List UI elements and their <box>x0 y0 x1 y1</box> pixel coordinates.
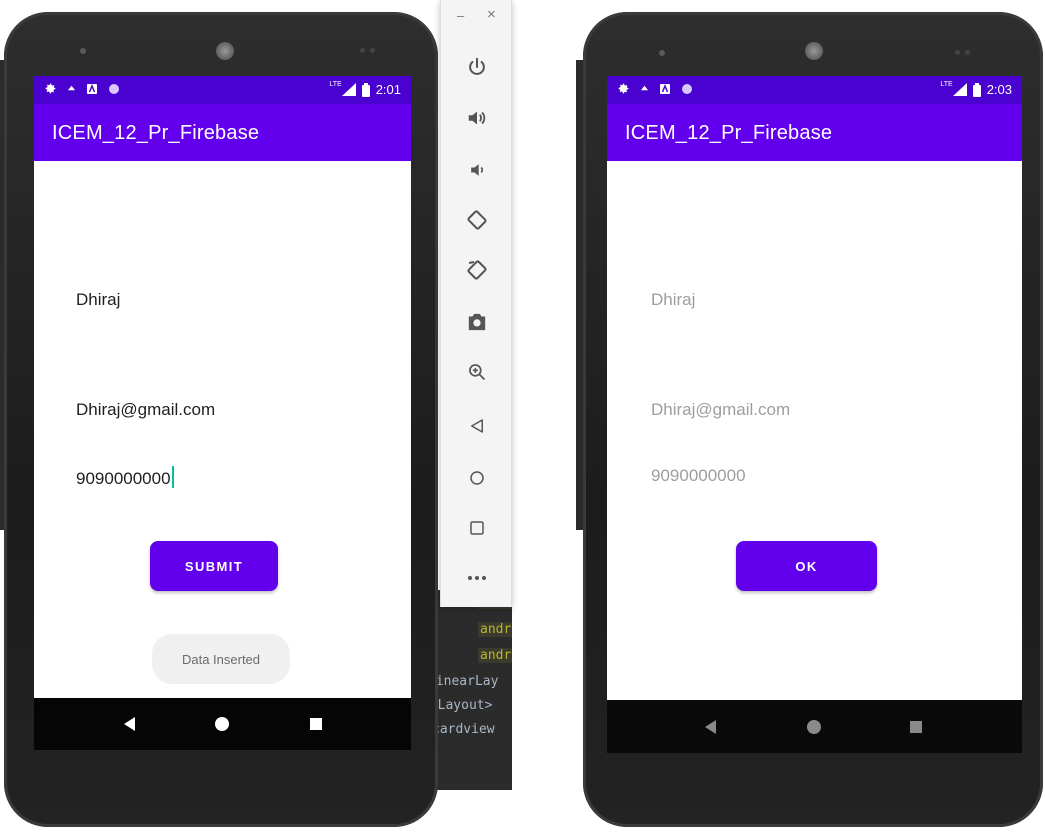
volume-down-icon[interactable] <box>463 156 491 184</box>
overview-icon[interactable] <box>463 514 491 542</box>
back-icon[interactable] <box>463 412 491 440</box>
app-bar: ICEM_12_Pr_Firebase <box>34 104 411 161</box>
phone-input-value: 9090000000 <box>651 466 746 485</box>
zoom-icon[interactable] <box>463 358 491 386</box>
phone-input[interactable]: 9090000000 <box>76 466 174 489</box>
arrow-up-icon <box>67 85 76 91</box>
navigation-bar <box>607 700 1022 753</box>
nav-home-button[interactable] <box>215 717 229 731</box>
signal-icon <box>341 83 356 96</box>
status-time: 2:03 <box>986 82 1012 97</box>
front-camera <box>216 42 234 60</box>
phone-left-frame: LTE 2:01 ICEM_12_Pr_Firebase Dhiraj Dhir… <box>4 12 438 827</box>
app-bar: ICEM_12_Pr_Firebase <box>607 104 1022 161</box>
close-button[interactable]: × <box>487 6 496 23</box>
signal-icon <box>952 83 967 96</box>
phone-right-frame: LTE 2:03 ICEM_12_Pr_Firebase Dhiraj Dhir… <box>583 12 1043 827</box>
rotate-right-icon[interactable] <box>463 256 491 284</box>
phone-input-value: 9090000000 <box>76 469 171 488</box>
status-bar: LTE 2:03 <box>607 76 1022 104</box>
name-input[interactable]: Dhiraj <box>651 290 695 310</box>
arrow-up-icon <box>640 85 649 91</box>
app-notification-icon <box>660 83 670 94</box>
email-input-value: Dhiraj@gmail.com <box>76 400 216 419</box>
phone-input[interactable]: 9090000000 <box>651 466 746 486</box>
network-type-label: LTE <box>329 81 342 88</box>
volume-up-icon[interactable] <box>463 104 491 132</box>
nav-recents-button[interactable] <box>310 718 322 730</box>
name-input-value: Dhiraj <box>76 290 121 309</box>
circle-notification-icon <box>109 83 119 94</box>
network-type-label: LTE <box>940 81 953 88</box>
more-icon[interactable] <box>463 564 491 592</box>
phone-right-screen: LTE 2:03 ICEM_12_Pr_Firebase Dhiraj Dhir… <box>607 76 1022 753</box>
home-icon[interactable] <box>463 464 491 492</box>
minimize-button[interactable]: – <box>457 8 464 23</box>
phone-left-screen: LTE 2:01 ICEM_12_Pr_Firebase Dhiraj Dhir… <box>34 76 411 750</box>
app-title: ICEM_12_Pr_Firebase <box>52 122 260 144</box>
sensor-dot <box>80 48 86 54</box>
settings-icon <box>618 83 629 94</box>
ok-button[interactable]: OK <box>736 541 877 591</box>
text-cursor <box>171 466 174 488</box>
battery-icon <box>972 82 981 97</box>
ide-code-line: cardview <box>432 722 495 737</box>
camera-icon[interactable] <box>463 308 491 336</box>
navigation-bar <box>34 698 411 750</box>
nav-home-button[interactable] <box>807 720 821 734</box>
email-input[interactable]: Dhiraj@gmail.com <box>651 400 790 420</box>
app-title: ICEM_12_Pr_Firebase <box>625 122 833 144</box>
ide-code-line: andr <box>478 648 512 663</box>
toast-message: Data Inserted <box>152 634 290 684</box>
nav-back-button[interactable] <box>705 720 716 734</box>
power-icon[interactable] <box>463 53 491 81</box>
settings-icon <box>45 83 56 94</box>
app-notification-icon <box>87 83 97 94</box>
circle-notification-icon <box>682 83 692 94</box>
ide-code-line: LinearLay <box>428 674 499 689</box>
sensor-dot <box>955 50 960 55</box>
front-camera <box>805 42 823 60</box>
sensor-dot <box>360 48 365 53</box>
status-time: 2:01 <box>375 82 401 97</box>
sensor-dot <box>965 50 970 55</box>
nav-recents-button[interactable] <box>910 721 922 733</box>
status-bar: LTE 2:01 <box>34 76 411 104</box>
submit-button[interactable]: SUBMIT <box>150 541 278 591</box>
name-input[interactable]: Dhiraj <box>76 290 120 310</box>
emulator-toolbar: – × <box>440 0 512 607</box>
sensor-dot <box>370 48 375 53</box>
rotate-left-icon[interactable] <box>463 206 491 234</box>
name-input-value: Dhiraj <box>651 290 696 309</box>
email-input-value: Dhiraj@gmail.com <box>651 400 791 419</box>
ide-code-line: andr <box>478 622 512 637</box>
battery-icon <box>361 82 370 97</box>
sensor-dot <box>659 50 665 56</box>
nav-back-button[interactable] <box>124 717 135 731</box>
email-input[interactable]: Dhiraj@gmail.com <box>76 400 215 420</box>
